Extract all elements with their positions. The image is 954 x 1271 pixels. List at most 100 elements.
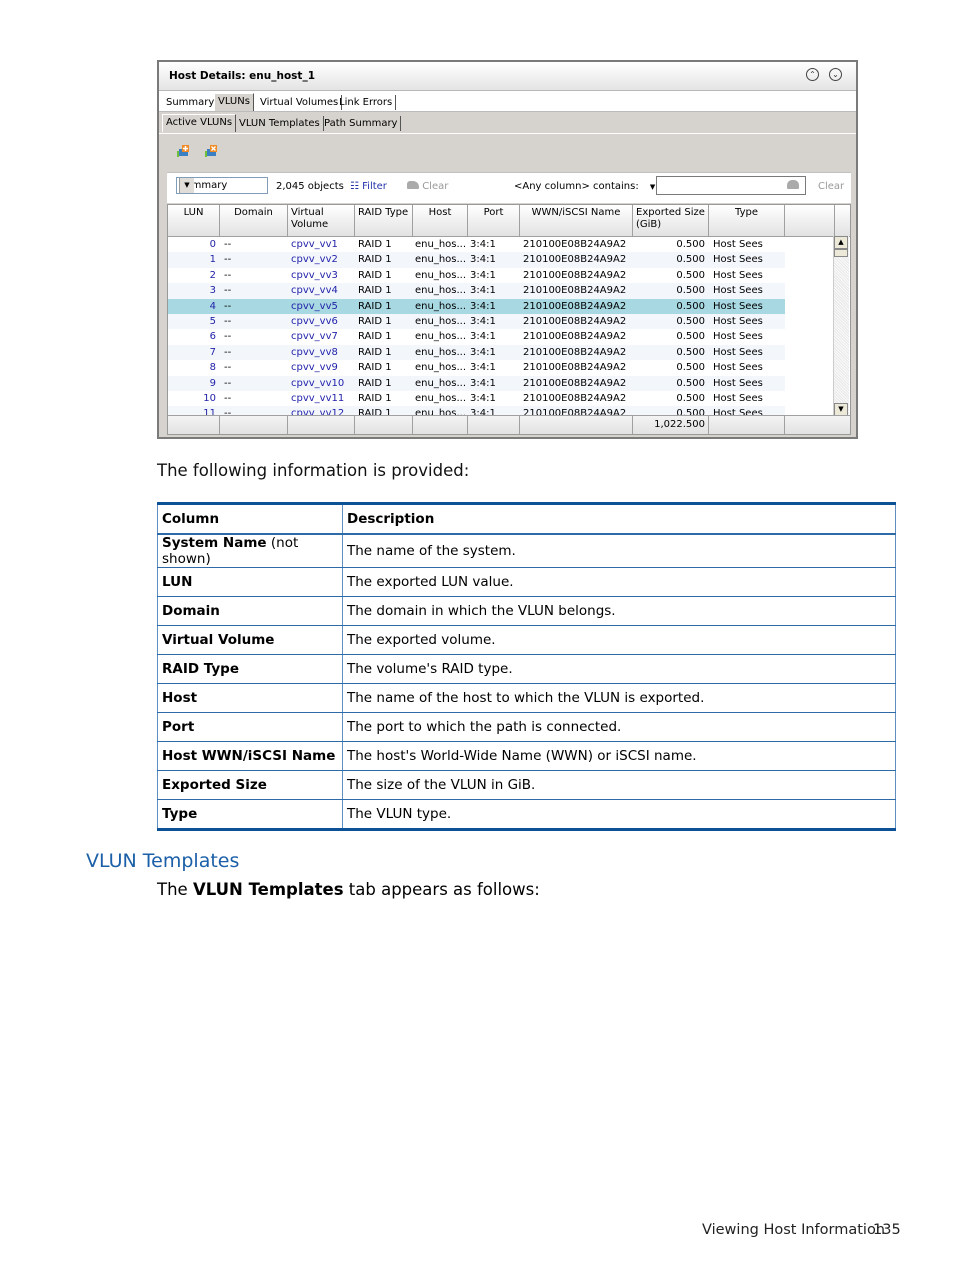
tab-link-errors[interactable]: Link Errors [336,95,397,110]
search-clear-button[interactable]: Clear [818,181,844,192]
cell-type: Host Sees [713,269,763,281]
column-term: Port [162,719,195,735]
table-row[interactable]: 10 -- cpvv_vv11 RAID 1 enu_hos... 3:4:1 210100… [168,391,785,406]
search-input[interactable] [656,176,806,195]
table-row[interactable]: 4 -- cpvv_vv5 RAID 1 enu_hos... 3:4:1 210100E0… [168,298,785,314]
table-row[interactable]: 1 -- cpvv_vv2 RAID 1 enu_hos... 3:4:1 210100E0… [168,252,785,268]
header-column: Column [157,503,343,535]
footer-cell [468,416,520,434]
description-cell: The domain in which the VLUN belongs. [342,596,896,626]
description-cell: The port to which the path is connected. [342,712,896,742]
description-cell: The VLUN type. [342,799,896,830]
column-name-cell: Domain [157,596,343,626]
cell-lun: 3 [209,285,216,297]
cell-virtual-volume: cpvv_vv2 [291,254,338,266]
table-row[interactable]: 5 -- cpvv_vv6 RAID 1 enu_hos... 3:4:1 210100E0… [168,314,785,330]
table-row[interactable]: 3 -- cpvv_vv4 RAID 1 enu_hos... 3:4:1 210100E0… [168,283,785,299]
column-header-type[interactable]: Type [709,205,785,236]
column-term: Domain [162,603,220,619]
cell-wwn: 210100E08B24A9A2 [523,331,627,343]
cell-virtual-volume: cpvv_vv10 [291,377,345,389]
cell-virtual-volume: cpvv_vv11 [291,393,345,404]
search-filter-icon[interactable] [787,180,799,189]
table-row: Domain The domain in which the VLUN belon… [157,596,896,626]
table-row[interactable]: 9 -- cpvv_vv10 RAID 1 enu_hos... 3:4:1 210100E… [168,375,785,391]
cell-wwn: 210100E08B24A9A2 [523,346,627,358]
table-row[interactable]: 0 -- cpvv_vv1 RAID 1 enu_hos... 3:4:1 210100E0… [168,237,785,252]
cell-lun: 2 [209,269,216,281]
column-term: Type [162,806,198,822]
column-header-host[interactable]: Host [413,205,468,236]
filter-button[interactable]: ☷ Filter [350,181,387,192]
cell-host: enu_hos... [415,316,467,327]
tab-vlun-templates[interactable]: VLUN Templates [236,116,324,131]
tab-path-summary[interactable]: Path Summary [321,116,402,131]
expand-down-icon[interactable]: ⌄ [829,68,842,81]
cell-raid-type: RAID 1 [358,239,392,250]
tab-active-vluns[interactable]: Active VLUNs [162,114,237,132]
cell-raid-type: RAID 1 [358,362,392,374]
grid-header: LUN Domain Virtual Volume RAID Type Host… [168,205,850,237]
table-row[interactable]: 8 -- cpvv_vv9 RAID 1 enu_hos... 3:4:1 210100E0… [168,360,785,375]
footer-cell [709,416,785,434]
table-row[interactable]: 6 -- cpvv_vv7 RAID 1 enu_hos... 3:4:1 210100E0… [168,329,785,344]
chevron-down-icon[interactable]: ▼ [179,178,194,193]
footer-section-title: Viewing Host Information [702,1222,885,1238]
table-row: Port The port to which the path is connec… [157,712,896,742]
cell-lun: 7 [209,346,216,358]
cell-wwn: 210100E08B24A9A2 [523,316,627,327]
section-heading: VLUN Templates [86,850,240,872]
cell-wwn: 210100E08B24A9A2 [523,377,627,389]
cell-domain: -- [224,393,232,404]
cell-type: Host Sees [713,316,763,327]
export-vlun-icon[interactable] [176,144,190,158]
clear-filter-icon [407,181,419,189]
cell-exported-size: 0.500 [676,393,705,404]
tab-vluns[interactable]: VLUNs [214,93,254,111]
description-cell: The volume's RAID type. [342,654,896,684]
scroll-up-icon[interactable]: ▲ [834,236,848,249]
column-header-port[interactable]: Port [468,205,520,236]
cell-wwn: 210100E08B24A9A2 [523,269,627,281]
remove-vlun-icon[interactable] [204,144,218,158]
table-row[interactable]: 2 -- cpvv_vv3 RAID 1 enu_hos... 3:4:1 210100E0… [168,268,785,283]
cell-raid-type: RAID 1 [358,300,392,312]
column-header-virtual-volume[interactable]: Virtual Volume [288,205,355,236]
cell-exported-size: 0.500 [676,254,705,266]
cell-host: enu_hos... [415,285,467,297]
column-header-wwn[interactable]: WWN/iSCSI Name [520,205,633,236]
column-header-lun[interactable]: LUN [168,205,220,236]
cell-virtual-volume: cpvv_vv6 [291,316,338,327]
description-cell: The name of the system. [342,533,896,568]
scroll-thumb[interactable] [834,249,848,257]
cell-domain: -- [224,300,232,312]
vertical-scrollbar[interactable]: ▲ ▼ [833,236,849,416]
column-term: Host WWN/iSCSI Name [162,748,336,764]
cell-virtual-volume: cpvv_vv9 [291,362,338,374]
table-row[interactable]: 7 -- cpvv_vv8 RAID 1 enu_hos... 3:4:1 210100E0… [168,344,785,361]
tab-virtual-volumes[interactable]: Virtual Volumes [257,95,343,110]
cell-port: 3:4:1 [470,239,496,250]
cell-domain: -- [224,285,232,297]
sentence-post: tab appears as follows: [343,880,540,899]
cell-wwn: 210100E08B24A9A2 [523,300,627,312]
column-term: Host [162,690,198,706]
clear-filter-button[interactable]: Clear [407,181,448,192]
column-select[interactable]: <Any column> contains: ▼ [514,181,655,192]
column-header-domain[interactable]: Domain [220,205,288,236]
view-select[interactable]: Summary ▼ [176,177,268,194]
cell-port: 3:4:1 [470,346,496,358]
column-term: Virtual Volume [162,632,275,648]
description-cell: The host's World-Wide Name (WWN) or iSCS… [342,741,896,771]
filter-bar: Summary ▼ 2,045 objects ☷ Filter Clear <… [167,172,851,203]
cell-exported-size: 0.500 [676,269,705,281]
table-header-row: Column Description [157,503,896,535]
tab-summary[interactable]: Summary [163,95,219,110]
column-header-raid-type[interactable]: RAID Type [355,205,413,236]
window-title-bar: Host Details: enu_host_1 ⌃ ⌄ [159,62,856,91]
object-count: 2,045 objects [276,181,344,192]
column-term: RAID Type [162,661,239,677]
column-header-exported-size[interactable]: Exported Size (GiB) [633,205,709,236]
cell-domain: -- [224,254,232,266]
collapse-up-icon[interactable]: ⌃ [806,68,819,81]
